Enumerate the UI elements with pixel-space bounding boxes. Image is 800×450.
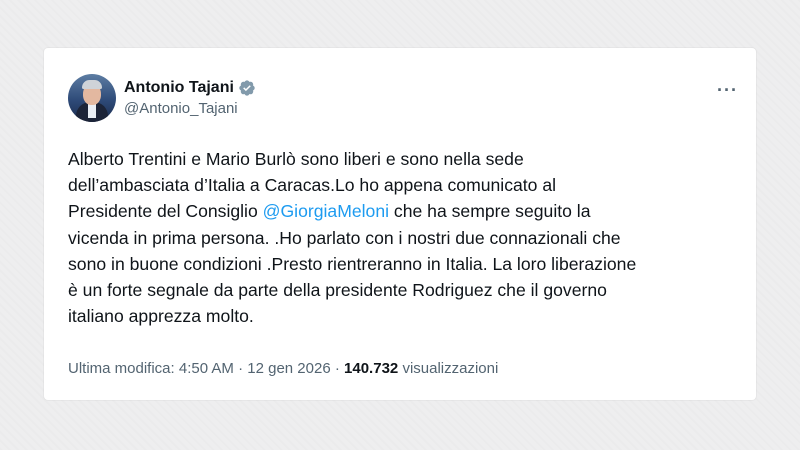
tweet-time[interactable]: 4:50 AM [179,360,234,377]
tweet-meta: Ultima modifica: 4:50 AM · 12 gen 2026 ·… [68,360,498,377]
avatar-shirt [88,104,96,118]
avatar[interactable] [68,74,116,122]
views-count: 140.732 [344,360,399,377]
avatar-hair [82,80,102,89]
tweet-text: Alberto Trentini e Mario Burlò sono libe… [68,146,748,329]
more-options-icon[interactable]: ··· [717,80,738,101]
author-info: Antonio Tajani @Antonio_Tajani [124,79,256,117]
author-display-name[interactable]: Antonio Tajani [124,79,234,97]
views-label: visualizzazioni [402,360,499,377]
edited-label[interactable]: Ultima modifica: [68,360,175,377]
verified-badge-icon [238,79,256,97]
meta-separator: · [334,360,340,377]
tweet-header: Antonio Tajani @Antonio_Tajani [68,74,256,122]
mention-link[interactable]: @GiorgiaMeloni [263,201,389,221]
meta-separator: · [238,360,244,377]
name-row: Antonio Tajani [124,79,256,97]
author-handle[interactable]: @Antonio_Tajani [124,100,256,117]
tweet-date[interactable]: 12 gen 2026 [247,360,330,377]
tweet-card: Antonio Tajani @Antonio_Tajani ··· Alber… [44,48,756,400]
